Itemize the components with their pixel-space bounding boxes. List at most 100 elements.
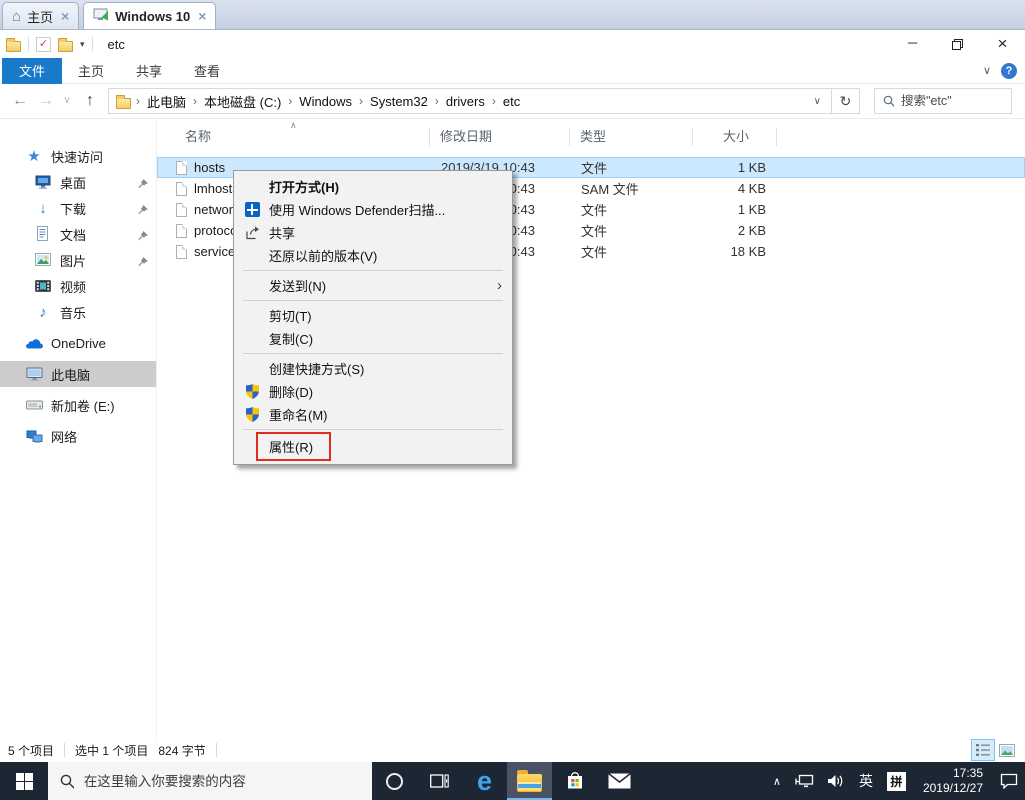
- tab-file[interactable]: 文件: [2, 58, 62, 84]
- breadcrumb-this-pc[interactable]: 此电脑: [145, 92, 188, 111]
- explorer-window-icon: [6, 41, 21, 52]
- sidebar-item-new-volume-e[interactable]: 新加卷 (E:): [0, 392, 156, 418]
- task-view-button[interactable]: [417, 762, 462, 800]
- ime-icon: 拼: [887, 772, 906, 791]
- menu-item-send-to[interactable]: 发送到(N) ›: [234, 274, 512, 297]
- back-button[interactable]: ←: [6, 93, 34, 109]
- help-icon[interactable]: ?: [1001, 63, 1017, 79]
- menu-item-share[interactable]: 共享: [234, 221, 512, 244]
- file-icon: [176, 203, 187, 217]
- context-menu: 打开方式(H) 使用 Windows Defender扫描... 共享 还原以前…: [233, 170, 513, 465]
- mail-button[interactable]: [597, 762, 642, 800]
- sidebar-item-this-pc[interactable]: 此电脑: [0, 361, 156, 387]
- vm-tab-home[interactable]: ⌂ 主页 ×: [2, 2, 79, 29]
- recent-locations-icon[interactable]: ∨: [58, 96, 76, 106]
- sidebar-item-pictures[interactable]: 图片: [0, 247, 156, 273]
- tab-share[interactable]: 共享: [120, 61, 178, 80]
- network-icon: [25, 430, 43, 443]
- sidebar-item-quick-access[interactable]: ★ 快速访问: [0, 143, 156, 169]
- breadcrumb-c-drive[interactable]: 本地磁盘 (C:): [202, 92, 283, 111]
- address-dropdown-icon[interactable]: ∨: [814, 96, 831, 107]
- menu-item-copy[interactable]: 复制(C): [234, 327, 512, 350]
- tab-home[interactable]: 主页: [62, 61, 120, 80]
- pictures-icon: [34, 253, 52, 267]
- file-icon: [176, 224, 187, 238]
- search-box[interactable]: [874, 88, 1012, 114]
- close-tab-icon[interactable]: ×: [61, 9, 69, 23]
- sidebar-item-videos[interactable]: 视频: [0, 273, 156, 299]
- pin-icon: [138, 177, 148, 192]
- menu-item-cut[interactable]: 剪切(T): [234, 304, 512, 327]
- menu-item-properties[interactable]: 属性(R): [234, 433, 512, 460]
- up-button[interactable]: ↑: [76, 93, 104, 109]
- search-input[interactable]: [901, 94, 1003, 108]
- restore-button[interactable]: [935, 30, 980, 58]
- sidebar-item-desktop[interactable]: 桌面: [0, 169, 156, 195]
- file-explorer-button[interactable]: [507, 762, 552, 800]
- edge-button[interactable]: e: [462, 762, 507, 800]
- column-headers: 名称 修改日期 类型 大小: [157, 121, 1025, 153]
- column-header-date[interactable]: 修改日期: [430, 127, 570, 147]
- close-button[interactable]: ×: [980, 30, 1025, 58]
- action-center-icon: [1000, 773, 1018, 789]
- search-icon: [60, 774, 74, 789]
- sidebar-item-downloads[interactable]: ↓ 下载: [0, 195, 156, 221]
- column-header-type[interactable]: 类型: [570, 127, 693, 147]
- new-folder-qat-icon[interactable]: [58, 41, 73, 52]
- separator: [216, 743, 217, 757]
- music-icon: ♪: [34, 305, 52, 320]
- column-header-size[interactable]: 大小: [693, 127, 777, 147]
- column-header-name[interactable]: 名称: [157, 127, 430, 147]
- properties-qat-icon[interactable]: ✓: [36, 37, 51, 52]
- breadcrumb-drivers[interactable]: drivers: [444, 94, 487, 109]
- language-indicator[interactable]: 英: [852, 762, 880, 800]
- breadcrumb-system32[interactable]: System32: [368, 94, 430, 109]
- action-center-button[interactable]: [993, 762, 1025, 800]
- pin-icon: [138, 203, 148, 218]
- crumb-separator-icon: ›: [131, 94, 145, 108]
- taskbar-search-box[interactable]: [48, 762, 372, 800]
- start-button[interactable]: [0, 762, 48, 800]
- menu-item-restore-previous-versions[interactable]: 还原以前的版本(V): [234, 244, 512, 267]
- menu-item-create-shortcut[interactable]: 创建快捷方式(S): [234, 357, 512, 380]
- tab-view[interactable]: 查看: [178, 61, 236, 80]
- cortana-button[interactable]: [372, 762, 417, 800]
- taskbar-search-input[interactable]: [84, 774, 360, 789]
- window-controls: ─ ×: [890, 30, 1025, 58]
- red-highlight-box: 属性(R): [256, 432, 331, 461]
- sidebar-item-documents[interactable]: 文档: [0, 221, 156, 247]
- network-tray-icon[interactable]: [788, 762, 821, 800]
- menu-item-rename[interactable]: 重命名(M): [234, 403, 512, 426]
- store-button[interactable]: [552, 762, 597, 800]
- ime-indicator[interactable]: 拼: [880, 762, 913, 800]
- menu-item-open-with[interactable]: 打开方式(H): [234, 175, 512, 198]
- breadcrumb-etc[interactable]: etc: [501, 94, 522, 109]
- menu-item-delete[interactable]: 删除(D): [234, 380, 512, 403]
- customize-qat-icon[interactable]: ▾: [80, 39, 85, 50]
- menu-item-defender-scan[interactable]: 使用 Windows Defender扫描...: [234, 198, 512, 221]
- sidebar-item-onedrive[interactable]: OneDrive: [0, 330, 156, 356]
- volume-tray-icon[interactable]: [821, 762, 852, 800]
- taskbar-clock[interactable]: 17:35 2019/12/27: [913, 766, 993, 796]
- this-pc-icon: [25, 367, 43, 381]
- vm-tab-home-label: 主页: [27, 7, 53, 26]
- vm-tab-windows10-label: Windows 10: [115, 9, 190, 24]
- sidebar-item-music[interactable]: ♪ 音乐: [0, 299, 156, 325]
- hidden-icons-button[interactable]: ∧: [766, 762, 788, 800]
- desktop-icon: [34, 174, 52, 190]
- breadcrumb-windows[interactable]: Windows: [297, 94, 354, 109]
- sidebar-item-network[interactable]: 网络: [0, 423, 156, 449]
- forward-button[interactable]: →: [34, 93, 58, 109]
- minimize-button[interactable]: ─: [890, 30, 935, 58]
- ribbon-tab-row: 文件 主页 共享 查看 ∨ ?: [0, 58, 1025, 84]
- refresh-button[interactable]: ↻: [832, 88, 860, 114]
- address-bar[interactable]: › 此电脑 › 本地磁盘 (C:) › Windows › System32 ›…: [108, 88, 832, 114]
- cortana-icon: [386, 773, 403, 790]
- thumbnail-view-button[interactable]: [995, 739, 1019, 761]
- collapse-ribbon-icon[interactable]: ∨: [983, 64, 991, 77]
- details-view-button[interactable]: [971, 739, 995, 761]
- uac-shield-icon: [243, 406, 261, 424]
- navigation-pane: ★ 快速访问 桌面 ↓ 下载 文档 图片: [0, 119, 157, 738]
- vm-tab-windows10[interactable]: Windows 10 ×: [83, 2, 216, 29]
- close-tab-icon[interactable]: ×: [198, 9, 206, 23]
